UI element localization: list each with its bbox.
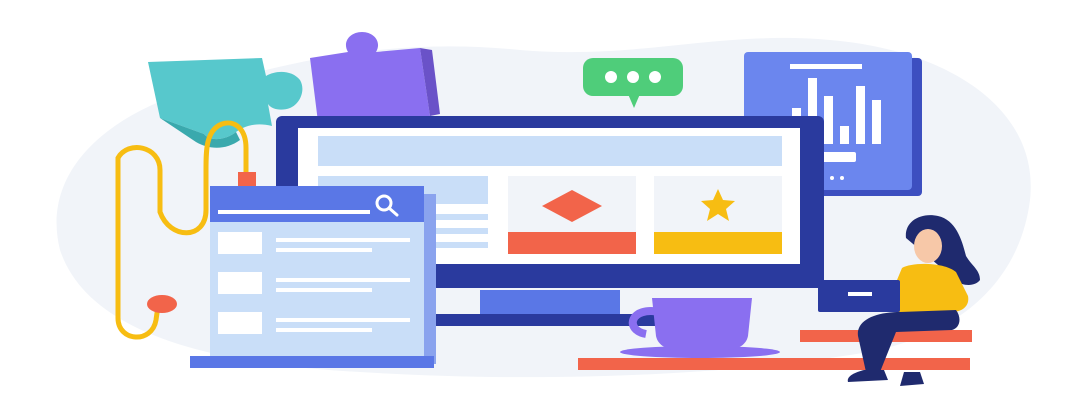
document-row-3-line-a [276,318,410,322]
document-base [190,356,434,368]
document-row-1-thumb [218,232,262,254]
web-dev-illustration [56,32,1031,386]
document-row-2-thumb [218,272,262,294]
chat-dot-2 [627,71,639,83]
cup-body [652,298,752,350]
document-row-3-line-b [276,328,372,332]
person-face [914,229,942,263]
document-panel [190,186,436,368]
person-shoe-right [900,372,924,386]
chart-dot-1 [830,176,834,180]
monitor-stand-neck [480,290,620,318]
chat-dot-3 [649,71,661,83]
screen-header-bar [318,136,782,166]
shelf-lower [578,358,970,370]
person-shoe-left [847,370,888,382]
chat-dot-1 [605,71,617,83]
cable-plug [238,172,256,188]
cable-end [147,295,177,313]
chart-pill [822,152,856,162]
chart-dot-2 [840,176,844,180]
chart-bar-6 [872,100,881,144]
illustration-stage [0,0,1086,400]
document-row-1-line-b [276,248,372,252]
monitor-stand-base [410,314,660,326]
document-row-1-line-a [276,238,410,242]
chart-bar-4 [840,126,849,144]
document-search-bar [218,210,370,214]
document-row-3-thumb [218,312,262,334]
chart-title-line [790,64,862,69]
chart-bar-5 [856,86,865,144]
document-row-2-line-b [276,288,372,292]
laptop-screen-line [848,292,872,296]
screen-card-1-footer [508,232,636,254]
chart-bar-3 [824,96,833,144]
document-row-2-line-a [276,278,410,282]
screen-card-2-footer [654,232,782,254]
